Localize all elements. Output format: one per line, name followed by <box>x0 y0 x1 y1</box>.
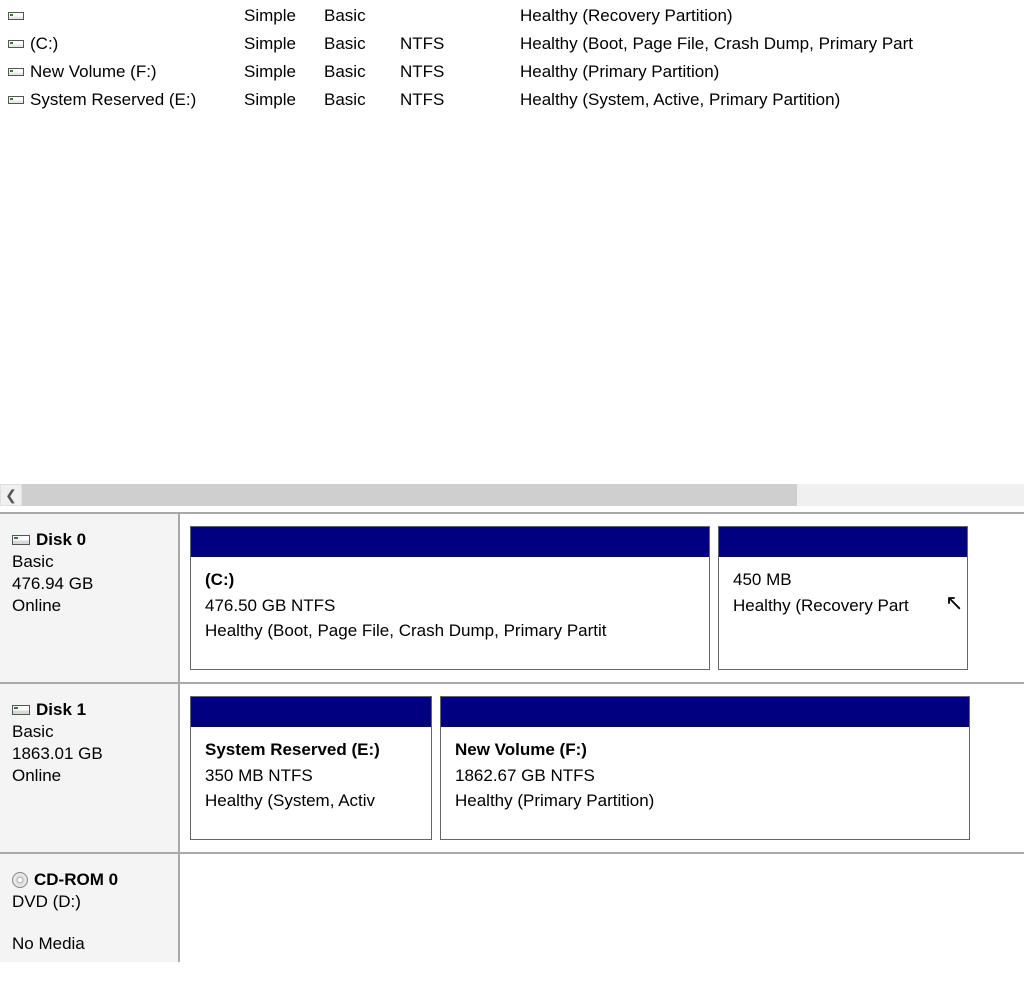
partition-info: 1862.67 GB NTFS <box>455 763 955 789</box>
partition-stripe <box>191 527 709 557</box>
disk-partitions <box>180 854 1024 962</box>
volume-list: Simple Basic Healthy (Recovery Partition… <box>0 0 1024 114</box>
disk-size <box>12 914 170 932</box>
volume-type: Basic <box>324 34 400 54</box>
volume-name: New Volume (F:) <box>26 62 244 82</box>
disk-partitions: System Reserved (E:) 350 MB NTFS Healthy… <box>180 684 1024 852</box>
drive-icon <box>6 12 26 20</box>
volume-name: System Reserved (E:) <box>26 90 244 110</box>
disk-title: Disk 1 <box>36 700 86 720</box>
partition[interactable]: 450 MB Healthy (Recovery Part <box>718 526 968 670</box>
disk-state: Online <box>12 596 170 616</box>
partition[interactable]: System Reserved (E:) 350 MB NTFS Healthy… <box>190 696 432 840</box>
volume-fs: NTFS <box>400 34 520 54</box>
scroll-track[interactable] <box>22 484 1024 506</box>
volume-layout: Simple <box>244 34 324 54</box>
disk-kind: Basic <box>12 722 170 742</box>
scroll-left-button[interactable]: ❮ <box>0 484 22 506</box>
drive-icon <box>6 96 26 104</box>
partition-status: Healthy (Recovery Part <box>733 593 953 619</box>
partition-info: 450 MB <box>733 567 953 593</box>
volume-layout: Simple <box>244 90 324 110</box>
volume-type: Basic <box>324 62 400 82</box>
volume-status: Healthy (Recovery Partition) <box>520 6 1024 26</box>
partition-stripe <box>441 697 969 727</box>
drive-icon <box>6 68 26 76</box>
partition-status: Healthy (Primary Partition) <box>455 788 955 814</box>
volume-type: Basic <box>324 90 400 110</box>
disk-title: CD-ROM 0 <box>34 870 118 890</box>
volume-status: Healthy (Primary Partition) <box>520 62 1024 82</box>
volume-fs: NTFS <box>400 62 520 82</box>
disk-row: Disk 0 Basic 476.94 GB Online (C:) 476.5… <box>0 514 1024 684</box>
partition-name: System Reserved (E:) <box>205 737 417 763</box>
disk-partitions: (C:) 476.50 GB NTFS Healthy (Boot, Page … <box>180 514 1024 682</box>
disk-state: No Media <box>12 934 170 954</box>
disk-size: 1863.01 GB <box>12 744 170 764</box>
volume-row[interactable]: System Reserved (E:) Simple Basic NTFS H… <box>6 86 1024 114</box>
partition-stripe <box>191 697 431 727</box>
partition-status: Healthy (Boot, Page File, Crash Dump, Pr… <box>205 618 695 644</box>
scroll-thumb[interactable] <box>22 484 797 506</box>
partition[interactable]: (C:) 476.50 GB NTFS Healthy (Boot, Page … <box>190 526 710 670</box>
disk-info[interactable]: CD-ROM 0 DVD (D:) No Media <box>0 854 180 962</box>
disk-kind: Basic <box>12 552 170 572</box>
disk-state: Online <box>12 766 170 786</box>
disk-info[interactable]: Disk 1 Basic 1863.01 GB Online <box>0 684 180 852</box>
volume-layout: Simple <box>244 62 324 82</box>
partition-stripe <box>719 527 967 557</box>
partition-info: 476.50 GB NTFS <box>205 593 695 619</box>
volume-status: Healthy (Boot, Page File, Crash Dump, Pr… <box>520 34 1024 54</box>
disk-icon <box>12 705 30 715</box>
volume-row[interactable]: Simple Basic Healthy (Recovery Partition… <box>6 2 1024 30</box>
partition-info: 350 MB NTFS <box>205 763 417 789</box>
volume-type: Basic <box>324 6 400 26</box>
disk-map: Disk 0 Basic 476.94 GB Online (C:) 476.5… <box>0 512 1024 962</box>
volume-row[interactable]: (C:) Simple Basic NTFS Healthy (Boot, Pa… <box>6 30 1024 58</box>
horizontal-scrollbar[interactable]: ❮ <box>0 484 1024 506</box>
drive-icon <box>6 40 26 48</box>
cdrom-icon <box>12 872 28 888</box>
disk-row: CD-ROM 0 DVD (D:) No Media <box>0 854 1024 962</box>
partition-name: (C:) <box>205 567 695 593</box>
disk-icon <box>12 535 30 545</box>
volume-fs: NTFS <box>400 90 520 110</box>
volume-row[interactable]: New Volume (F:) Simple Basic NTFS Health… <box>6 58 1024 86</box>
volume-layout: Simple <box>244 6 324 26</box>
partition-name: New Volume (F:) <box>455 737 955 763</box>
disk-kind: DVD (D:) <box>12 892 170 912</box>
volume-name: (C:) <box>26 34 244 54</box>
disk-title: Disk 0 <box>36 530 86 550</box>
disk-size: 476.94 GB <box>12 574 170 594</box>
volume-status: Healthy (System, Active, Primary Partiti… <box>520 90 1024 110</box>
partition-status: Healthy (System, Activ <box>205 788 417 814</box>
partition[interactable]: New Volume (F:) 1862.67 GB NTFS Healthy … <box>440 696 970 840</box>
disk-row: Disk 1 Basic 1863.01 GB Online System Re… <box>0 684 1024 854</box>
disk-info[interactable]: Disk 0 Basic 476.94 GB Online <box>0 514 180 682</box>
